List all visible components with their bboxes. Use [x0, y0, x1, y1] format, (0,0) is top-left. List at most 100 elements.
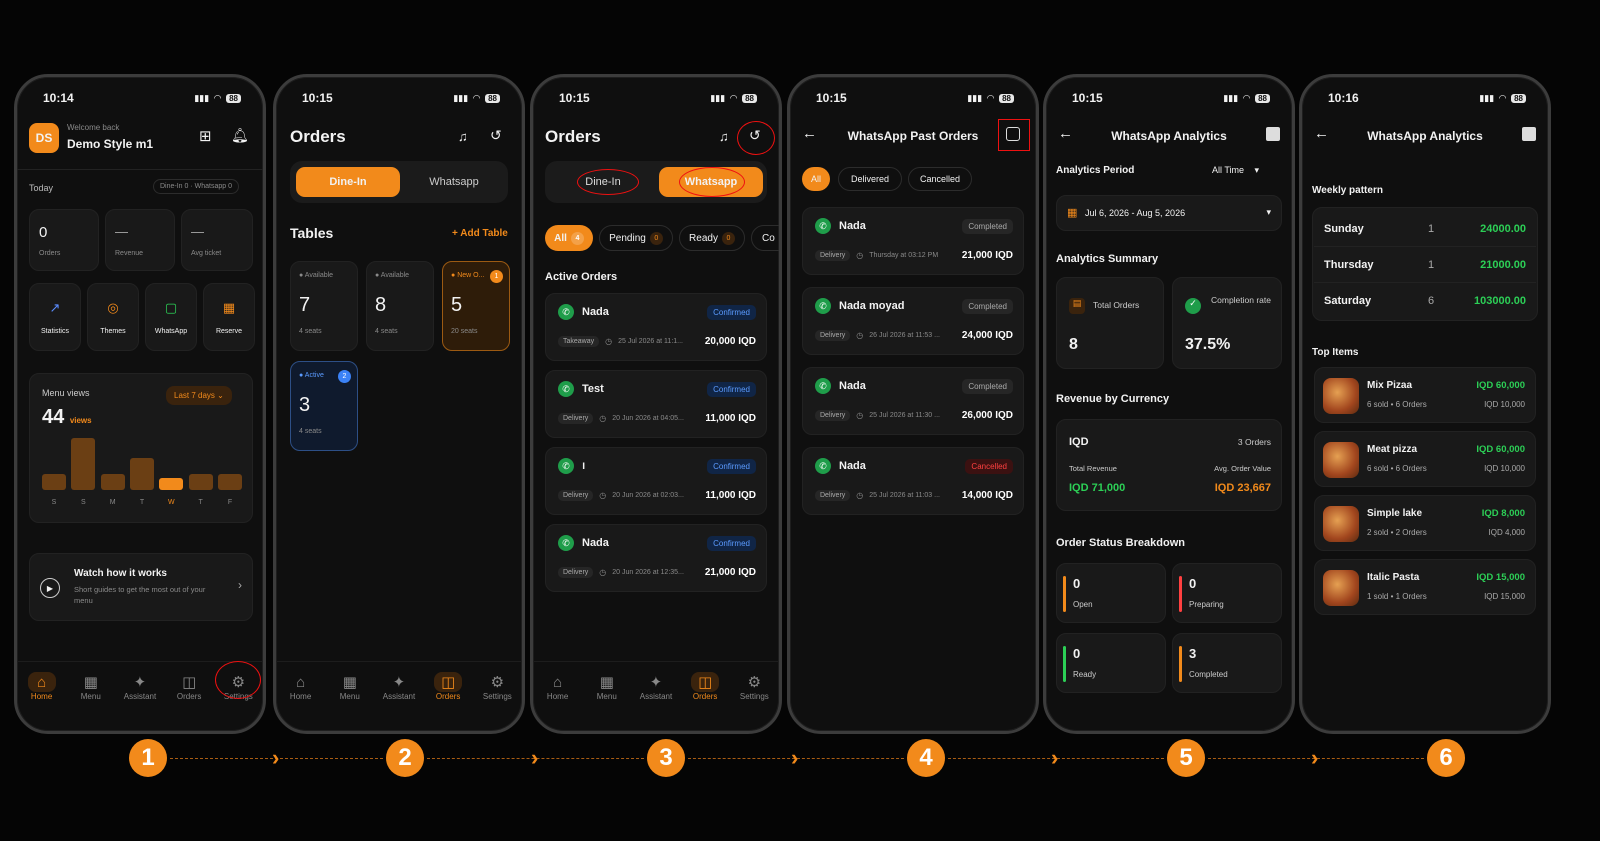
nav-label: Orders	[692, 692, 718, 701]
avatar[interactable]: DS	[29, 123, 59, 153]
order-date: 20 Jun 2026 at 02:03...	[612, 492, 684, 499]
pdf-icon[interactable]	[1266, 127, 1280, 141]
avg-order-value: IQD 23,667	[1214, 482, 1271, 494]
clock: 10:15	[559, 91, 590, 105]
order-amount: 11,000 IQD	[705, 413, 756, 424]
add-table-button[interactable]: + Add Table	[452, 228, 508, 239]
table-card[interactable]: ● Available 8 4 seats	[366, 261, 434, 351]
order-customer: ✆ Nada moyad	[815, 298, 904, 314]
wifi-icon: ◠	[1499, 92, 1507, 103]
tab-whatsapp[interactable]: Whatsapp	[402, 167, 506, 197]
table-card[interactable]: ● Available 7 4 seats	[290, 261, 358, 351]
quick-reserve[interactable]: ▦ Reserve	[203, 283, 255, 351]
past-order-card[interactable]: ✆ Nada moyad Completed Delivery ◷ 26 Jul 2026…	[802, 287, 1024, 355]
date-range-picker[interactable]: ▦ Jul 6, 2026 - Aug 5, 2026 ▾	[1056, 195, 1282, 231]
wifi-icon: ◠	[987, 92, 995, 103]
signal-icon: ▮▮▮	[967, 92, 983, 103]
order-details: Takeaway ◷ 25 Jul 2026 at 11:1...	[558, 336, 683, 347]
wifi-icon: ◠	[730, 92, 738, 103]
metric-value: 37.5%	[1185, 336, 1231, 353]
day-label: T	[139, 499, 145, 506]
period-label: Analytics Period	[1056, 165, 1135, 176]
filter-all[interactable]: All 4	[545, 225, 593, 251]
clock-icon: ◷	[605, 337, 613, 346]
top-item[interactable]: Mix Pizaa 6 sold • 6 Orders IQD 60,000 IQD …	[1314, 367, 1536, 423]
nav-home[interactable]: ⌂ Home	[279, 672, 323, 702]
pdf-icon[interactable]	[1522, 127, 1536, 141]
chart-icon: ↗	[49, 300, 61, 315]
nav-assistant[interactable]: ✦ Assistant	[377, 672, 421, 701]
whatsapp-icon: ✆	[815, 298, 831, 314]
order-card[interactable]: ✆ ו Confirmed Delivery ◷ 20 Jun 2026 at 02:03…	[545, 447, 767, 515]
tab-dine-in[interactable]: Dine-In	[296, 167, 400, 197]
nav-orders[interactable]: ◫ Orders	[167, 672, 211, 701]
total-orders-card: ▤ Total Orders 8	[1056, 277, 1164, 369]
watch-guide-card[interactable]: ▶ Watch how it works Short guides to get…	[29, 553, 253, 621]
status-tile: 3 Completed	[1172, 633, 1282, 693]
nav-orders[interactable]: ◫ Orders	[426, 672, 470, 701]
order-type: Delivery	[815, 490, 851, 501]
scan-icon[interactable]: ⊞	[199, 127, 212, 145]
menu-views-title: Menu views	[42, 388, 90, 398]
past-order-card[interactable]: ✆ Nada Cancelled Delivery ◷ 25 Jul 2026 at 11…	[802, 447, 1024, 515]
filter-completed[interactable]: Co	[751, 225, 779, 251]
filter-pending[interactable]: Pending 0	[599, 225, 673, 251]
menu-book-icon[interactable]: ♫	[719, 129, 729, 144]
nav-menu[interactable]: ▦ Menu	[328, 672, 372, 701]
filter-cancelled[interactable]: Cancelled	[908, 167, 972, 191]
nav-settings[interactable]: ⚙ Settings	[732, 672, 776, 701]
battery-icon: 88	[1511, 93, 1526, 103]
top-item[interactable]: Simple lake 2 sold • 2 Orders IQD 8,000 IQD…	[1314, 495, 1536, 551]
menu-book-icon[interactable]: ♫	[458, 129, 468, 144]
order-date: 25 Jul 2026 at 11:03 ...	[869, 492, 940, 499]
filter-ready[interactable]: Ready 0	[679, 225, 745, 251]
order-amount: 14,000 IQD	[961, 490, 1013, 501]
period-select[interactable]: Last 7 days ⌄	[166, 386, 232, 405]
order-type: Delivery	[815, 250, 851, 261]
order-amount: 11,000 IQD	[705, 490, 756, 501]
nav-home[interactable]: ⌂ Home	[20, 672, 64, 701]
top-item[interactable]: Italic Pasta 1 sold • 1 Orders IQD 15,000 I…	[1314, 559, 1536, 615]
order-type: Delivery	[815, 410, 851, 421]
stat-value: —	[191, 224, 204, 239]
nav-assistant[interactable]: ✦ Assistant	[118, 672, 162, 701]
views-bar	[218, 474, 242, 490]
nav-menu[interactable]: ▦ Menu	[585, 672, 629, 701]
nav-assistant[interactable]: ✦ Assistant	[634, 672, 678, 701]
history-icon[interactable]: ↺	[490, 127, 502, 144]
filter-all[interactable]: All	[802, 167, 830, 191]
nav-home[interactable]: ⌂ Home	[536, 672, 580, 702]
nav-menu[interactable]: ▦ Menu	[69, 672, 113, 701]
status-label: Open	[1073, 600, 1093, 609]
past-order-card[interactable]: ✆ Nada Completed Delivery ◷ Thursday at 03:12…	[802, 207, 1024, 275]
bell-icon[interactable]: 🔔︎	[231, 127, 249, 144]
today-label: Today	[29, 183, 54, 193]
quick-statistics[interactable]: ↗ Statistics	[29, 283, 81, 351]
table-card-new-order[interactable]: ● New O... 1 5 20 seats	[442, 261, 510, 351]
item-total: IQD 15,000	[1476, 572, 1525, 583]
order-card[interactable]: ✆ Nada Confirmed Delivery ◷ 20 Jun 2026 at 12…	[545, 524, 767, 592]
order-card[interactable]: ✆ Test Confirmed Delivery ◷ 20 Jun 2026 at 04…	[545, 370, 767, 438]
period-select[interactable]: All Time ▾	[1212, 165, 1259, 176]
filter-delivered[interactable]: Delivered	[838, 167, 902, 191]
step-arrow-icon: ›	[791, 745, 799, 770]
quick-whatsapp[interactable]: ▢ WhatsApp	[145, 283, 197, 351]
top-item[interactable]: Meat pizza 6 sold • 6 Orders IQD 60,000 IQD…	[1314, 431, 1536, 487]
status-label: Completed	[1189, 670, 1228, 679]
whatsapp-icon: ✆	[815, 458, 831, 474]
nav-orders[interactable]: ◫ Orders	[683, 672, 727, 701]
status-badge: Confirmed	[707, 304, 756, 320]
quick-themes[interactable]: ◎ Themes	[87, 283, 139, 351]
clock: 10:15	[816, 91, 847, 105]
order-card[interactable]: ✆ Nada Confirmed Takeaway ◷ 25 Jul 2026 at 11…	[545, 293, 767, 361]
highlight-annotation	[679, 167, 745, 197]
past-order-card[interactable]: ✆ Nada Completed Delivery ◷ 25 Jul 2026 at 11…	[802, 367, 1024, 435]
weekday-amount: 103000.00	[1474, 295, 1526, 307]
table-seats: 4 seats	[299, 328, 322, 335]
nav-settings[interactable]: ⚙ Settings	[475, 672, 519, 701]
battery-icon: 88	[226, 93, 241, 103]
table-card-active[interactable]: ● Active 2 3 4 seats	[290, 361, 358, 451]
clock-icon: ◷	[856, 331, 864, 340]
palette-icon: ◎	[107, 300, 119, 315]
stat-value: 0	[39, 224, 48, 241]
